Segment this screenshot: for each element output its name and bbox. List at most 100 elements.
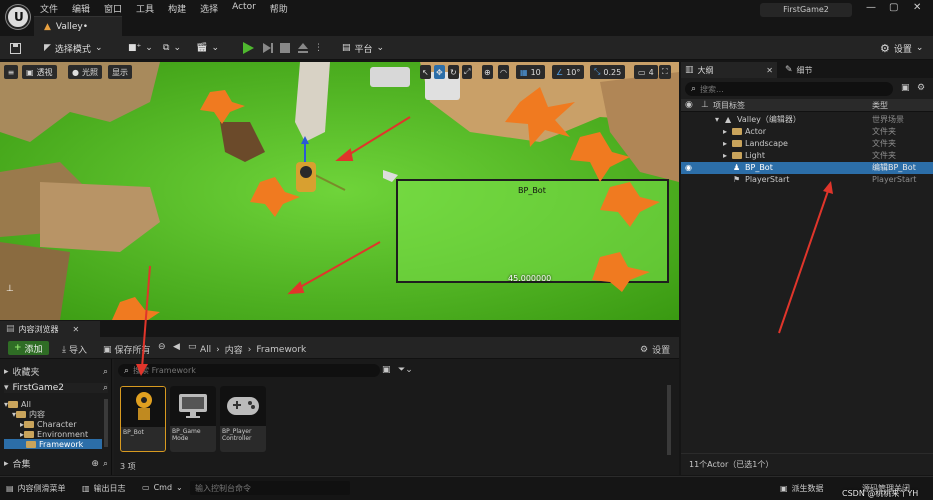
gear-icon: ⚙ xyxy=(880,41,890,55)
more-options-icon[interactable]: ⋮ xyxy=(314,40,323,56)
outliner-search-box[interactable]: ⌕ xyxy=(685,82,893,96)
world-local-icon[interactable]: ⊕ xyxy=(482,65,493,79)
translate-tool-icon[interactable]: ✥ xyxy=(434,65,445,79)
tree-item-character[interactable]: ▸ Character xyxy=(4,419,102,429)
menu-help[interactable]: 帮助 xyxy=(270,2,288,15)
grid-snap-button[interactable]: ▦ 10 xyxy=(516,65,545,79)
search-icon[interactable]: ⌕ xyxy=(103,459,108,469)
cb-settings-button[interactable]: ⚙ 设置 xyxy=(640,343,671,357)
console-input[interactable] xyxy=(190,481,340,495)
viewport-menu-icon[interactable]: ≡ xyxy=(4,65,18,79)
status-bar: ▤ 内容侧滑菜单 ▥ 输出日志 ▭ Cmd ⌄ ▣ 派生数据 源码管理关闭 CS… xyxy=(0,476,933,500)
outliner-tab[interactable]: ▥ 大纲 ✕ xyxy=(681,62,777,78)
add-actor-button[interactable]: ■⁺ ⌄ xyxy=(128,40,153,56)
close-icon[interactable]: ✕ xyxy=(913,2,921,13)
add-button[interactable]: + 添加 xyxy=(8,341,49,355)
cmd-dropdown[interactable]: ▭ Cmd ⌄ xyxy=(142,483,183,492)
level-viewport[interactable]: ≡ ▣ 透视 ● 光照 显示 ↖ ✥ ↻ ⤢ ⊕ ◠ ▦ 10 ∠ 10° ⤡ … xyxy=(0,62,679,320)
show-button[interactable]: 显示 xyxy=(108,65,132,79)
rotate-tool-icon[interactable]: ↻ xyxy=(448,65,459,79)
menu-tools[interactable]: 工具 xyxy=(136,2,154,15)
search-icon[interactable]: ⌕ xyxy=(103,367,108,377)
details-tab[interactable]: ✎ 细节 xyxy=(781,62,851,78)
tree-scrollbar[interactable] xyxy=(104,399,108,447)
add-collection-icon[interactable]: ⊕ xyxy=(91,459,99,469)
output-log-button[interactable]: ▥ 输出日志 xyxy=(82,483,126,494)
tree-item-all[interactable]: ▾ All xyxy=(4,399,102,409)
perspective-button[interactable]: ▣ 透视 xyxy=(22,65,57,79)
rotation-snap-button[interactable]: ∠ 10° xyxy=(552,65,585,79)
asset-tile-bp-player-controller[interactable]: BP_Player Controller xyxy=(220,386,266,452)
folder-nav-icon[interactable]: ▭ xyxy=(188,342,197,352)
select-tool-icon[interactable]: ↖ xyxy=(420,65,431,79)
breadcrumb-all[interactable]: All xyxy=(200,345,211,355)
scale-snap-button[interactable]: ⤡ 0.25 xyxy=(590,65,626,79)
menu-actor[interactable]: Actor xyxy=(232,2,256,14)
search-icon[interactable]: ⌕ xyxy=(103,383,108,393)
platform-button[interactable]: ▤ 平台 ⌄ xyxy=(342,40,384,56)
blueprint-button[interactable]: ⧉ ⌄ xyxy=(163,40,181,56)
filter-icon[interactable]: ⏷⌄ xyxy=(398,365,413,375)
derived-data-button[interactable]: ▣ 派生数据 xyxy=(780,483,824,494)
level-tab[interactable]: ▲ Valley• xyxy=(34,16,122,36)
camera-speed-button[interactable]: ▭ 4 xyxy=(634,65,658,79)
project-header[interactable]: ▾ FirstGame2 ⌕ xyxy=(4,383,108,393)
cube-icon: ▣ xyxy=(26,67,34,77)
gear-icon: ⚙ xyxy=(640,344,649,355)
outliner-row-actor[interactable]: ▸ Actor 文件夹 xyxy=(681,126,933,138)
outliner-row-light[interactable]: ▸ Light 文件夹 xyxy=(681,150,933,162)
pin-icon[interactable]: ⊥ xyxy=(701,100,709,110)
tree-item-environment[interactable]: ▸ Environment xyxy=(4,429,102,439)
console-input-box[interactable] xyxy=(190,481,350,495)
cb-settings-label: 设置 xyxy=(652,346,671,356)
add-folder-icon[interactable]: ▣ xyxy=(901,83,910,93)
label-column-header[interactable]: 项目标签 xyxy=(713,100,745,111)
maximize-icon[interactable]: ▢ xyxy=(889,2,898,13)
maximize-viewport-icon[interactable]: ⛶ xyxy=(659,65,671,79)
menu-edit[interactable]: 编辑 xyxy=(72,2,90,15)
menu-select[interactable]: 选择 xyxy=(200,2,218,15)
select-mode-dropdown[interactable]: ◤ 选择模式 ⌄ xyxy=(44,40,102,56)
favorites-header[interactable]: ▸ 收藏夹 ⌕ xyxy=(4,365,108,379)
main-toolbar: ◤ 选择模式 ⌄ ■⁺ ⌄ ⧉ ⌄ 🎬︎ ⌄ ⋮ ▤ 平台 ⌄ ⚙ 设置 ⌄ xyxy=(0,36,933,60)
close-tab-icon[interactable]: ✕ xyxy=(766,66,773,75)
scale-tool-icon[interactable]: ⤢ xyxy=(462,65,473,79)
asset-tile-bp-bot[interactable]: BP_Bot xyxy=(120,386,166,452)
menu-file[interactable]: 文件 xyxy=(40,2,58,15)
cinematics-button[interactable]: 🎬︎ ⌄ xyxy=(196,40,219,56)
outliner-search-input[interactable] xyxy=(700,84,871,94)
eye-icon[interactable]: ◉ xyxy=(685,162,692,174)
content-drawer-button[interactable]: ▤ 内容侧滑菜单 xyxy=(6,483,66,494)
menu-build[interactable]: 构建 xyxy=(168,2,186,15)
tree-item-content[interactable]: ▾ 内容 xyxy=(4,409,102,419)
stop-icon[interactable] xyxy=(280,40,291,56)
save-icon[interactable] xyxy=(10,40,21,56)
type-column-header[interactable]: 类型 xyxy=(872,100,888,111)
eye-icon[interactable]: ◉ xyxy=(685,100,693,110)
asset-scrollbar[interactable] xyxy=(667,385,671,455)
save-search-icon[interactable]: ▣ xyxy=(382,365,391,375)
breadcrumb-framework[interactable]: Framework xyxy=(256,345,306,355)
content-browser-tab[interactable]: ▤ 内容浏览器 ✕ xyxy=(0,321,100,337)
minimize-icon[interactable]: — xyxy=(866,2,876,13)
menu-window[interactable]: 窗口 xyxy=(104,2,122,15)
outliner-row-landscape[interactable]: ▸ Landscape 文件夹 xyxy=(681,138,933,150)
outliner-row-valley[interactable]: ▾ ▲ Valley（编辑器） 世界场景 xyxy=(681,114,933,126)
settings-button[interactable]: ⚙ 设置 ⌄ xyxy=(880,40,923,56)
outliner-row-bp-bot[interactable]: ◉ ♟ BP_Bot 编辑BP_Bot xyxy=(681,162,933,174)
clapper-icon: 🎬︎ xyxy=(196,43,208,53)
lit-button[interactable]: ● 光照 xyxy=(68,65,102,79)
asset-tile-bp-game-mode[interactable]: BP_Game Mode xyxy=(170,386,216,452)
close-tab-icon[interactable]: ✕ xyxy=(73,325,80,334)
asset-search-input[interactable] xyxy=(133,366,334,375)
play-button[interactable] xyxy=(242,40,254,56)
back-icon[interactable]: ◀ xyxy=(173,342,180,352)
eject-icon[interactable] xyxy=(297,40,309,56)
step-icon[interactable] xyxy=(262,40,274,56)
tree-item-framework[interactable]: Framework xyxy=(4,439,102,449)
surface-snap-icon[interactable]: ◠ xyxy=(498,65,509,79)
collections-header[interactable]: ▸ 合集 ⊕ ⌕ xyxy=(4,457,108,471)
import-button[interactable]: ⤓ 导入 xyxy=(62,343,87,357)
breadcrumb-content[interactable]: 内容 xyxy=(225,343,243,356)
gear-icon[interactable]: ⚙ xyxy=(917,83,925,93)
